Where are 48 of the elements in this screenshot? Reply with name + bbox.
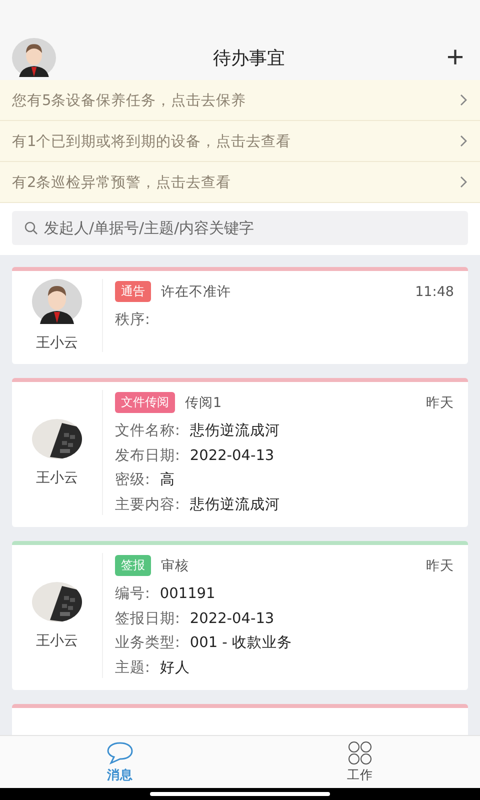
card-title: 许在不准许 [161, 282, 232, 300]
field-value: 悲伤逆流成河 [190, 496, 280, 514]
field-label: 文件名称: [115, 422, 180, 441]
field-value: 001191 [160, 585, 216, 604]
chevron-icon [460, 94, 468, 106]
field-value: 001 - 收款业务 [190, 634, 292, 653]
search-field[interactable]: 发起人/单据号/主题/内容关键字 [12, 211, 468, 245]
notice-row[interactable]: 您有5条设备保养任务，点击去保养 [0, 80, 480, 121]
message-card[interactable]: 王小云 签报 审核 昨天 编号: 001191 签报日期: 2022-04-13 业务类型: 001 - 收款业务 主题: 好人 [12, 541, 468, 690]
field-label: 发布日期: [115, 446, 180, 466]
field-label: 秩序: [115, 311, 150, 330]
field-value: 悲伤逆流成河 [190, 422, 280, 441]
chevron-icon [460, 135, 468, 147]
field-label: 主要内容: [115, 496, 180, 514]
notice-row[interactable]: 有1个已到期或将到期的设备，点击去查看 [0, 121, 480, 162]
add-button[interactable]: + [442, 42, 468, 72]
card-title: 审核 [161, 556, 190, 574]
sender-name: 王小云 [36, 334, 78, 352]
chat-icon [106, 740, 134, 764]
grid-icon [347, 740, 373, 764]
type-tag: 签报 [115, 555, 151, 576]
field-label: 主题: [115, 658, 150, 678]
notice-row[interactable]: 有2条巡检异常预警，点击去查看 [0, 162, 480, 203]
field-label: 签报日期: [115, 610, 180, 628]
type-tag: 文件传阅 [115, 392, 175, 413]
field-value: 2022-04-13 [190, 610, 274, 628]
card-time: 昨天 [426, 556, 454, 574]
search-icon [24, 221, 38, 235]
card-time: 昨天 [426, 394, 454, 412]
field-value: 2022-04-13 [190, 446, 274, 466]
field-value: 好人 [160, 658, 190, 678]
field-label: 密级: [115, 470, 150, 490]
chevron-icon [460, 176, 468, 188]
card-time: 11:48 [415, 284, 454, 300]
message-card[interactable] [12, 704, 468, 735]
tab[interactable]: 工作 [240, 736, 480, 788]
type-tag: 通告 [115, 281, 151, 302]
message-card[interactable]: 王小云 通告 许在不准许 11:48 秩序: [12, 267, 468, 364]
field-label: 业务类型: [115, 634, 180, 653]
card-title: 传阅1 [185, 394, 223, 412]
avatar-icon [12, 38, 56, 78]
sender-name: 王小云 [36, 468, 78, 486]
page-title: 待办事宜 [212, 46, 286, 70]
avatar-icon [32, 279, 82, 324]
message-card[interactable]: 王小云 文件传阅 传阅1 昨天 文件名称: 悲伤逆流成河 发布日期: 2022-04-13 密级: 高 主要内容: 悲伤逆流成河 [12, 378, 468, 527]
field-label: 编号: [115, 585, 150, 604]
sender-name: 王小云 [36, 632, 78, 650]
field-value: 高 [160, 470, 175, 490]
